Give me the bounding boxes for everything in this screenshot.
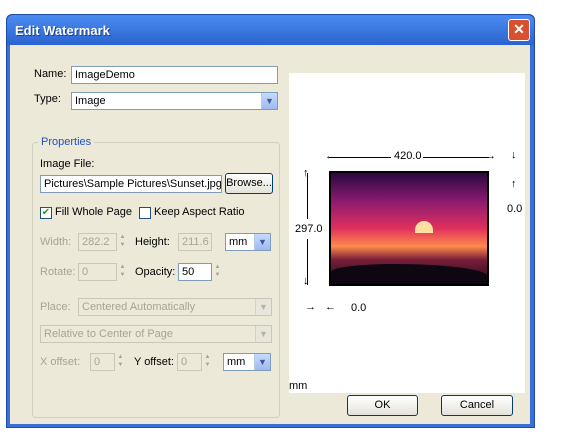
arrow-up-icon: ↑ bbox=[511, 178, 517, 190]
xoffset-stepper[interactable]: ▲ ▼ bbox=[115, 353, 126, 371]
fill-whole-page-checkbox[interactable]: ✔ bbox=[40, 207, 52, 219]
height-label: Height: bbox=[135, 236, 170, 248]
chevron-down-icon[interactable]: ▼ bbox=[261, 93, 277, 109]
relative-select-value: Relative to Center of Page bbox=[44, 328, 174, 340]
name-label: Name: bbox=[34, 68, 67, 80]
xoffset-field[interactable]: 0 bbox=[90, 353, 115, 371]
close-icon[interactable]: ✕ bbox=[508, 19, 530, 41]
fill-whole-page-label: Fill Whole Page bbox=[55, 206, 133, 218]
xoffset-label: X offset: bbox=[40, 356, 81, 368]
title-bar[interactable]: Edit Watermark ✕ bbox=[7, 15, 534, 45]
horizon-shape bbox=[331, 264, 487, 284]
arrow-right-icon: → bbox=[485, 150, 496, 162]
sun-shape bbox=[415, 221, 433, 233]
offset-unit-select[interactable]: mm ▼ bbox=[223, 353, 271, 371]
watermark-image-preview bbox=[329, 171, 489, 286]
properties-title: Properties bbox=[38, 136, 95, 148]
preview-unit-label: mm bbox=[289, 380, 308, 392]
yoffset-stepper[interactable]: ▲ ▼ bbox=[202, 353, 213, 371]
image-file-label: Image File: bbox=[40, 158, 95, 170]
relative-select[interactable]: Relative to Center of Page ▼ bbox=[40, 325, 272, 343]
top-offset-value: 0.0 bbox=[507, 203, 523, 215]
chevron-down-icon[interactable]: ▼ bbox=[255, 299, 271, 315]
dialog-body: Name: ImageDemo Type: Image ▼ Properties… bbox=[10, 45, 530, 424]
image-file-field[interactable]: Pictures\Sample Pictures\Sunset.jpg bbox=[40, 175, 222, 193]
arrow-right-icon: → bbox=[305, 301, 316, 313]
chevron-down-icon[interactable]: ▼ bbox=[255, 326, 271, 342]
size-unit-value: mm bbox=[229, 236, 248, 248]
height-field[interactable]: 211.6 bbox=[178, 233, 212, 251]
yoffset-field[interactable]: 0 bbox=[177, 353, 202, 371]
chevron-down-icon[interactable]: ▼ bbox=[254, 354, 270, 370]
arrow-left-icon: ← bbox=[325, 150, 336, 162]
opacity-stepper[interactable]: ▲ ▼ bbox=[212, 263, 223, 281]
name-field[interactable]: ImageDemo bbox=[71, 66, 278, 84]
type-select-value: Image bbox=[75, 95, 106, 107]
place-select-value: Centered Automatically bbox=[82, 301, 196, 313]
place-select[interactable]: Centered Automatically ▼ bbox=[78, 298, 272, 316]
dialog-title: Edit Watermark bbox=[15, 23, 110, 38]
keep-aspect-label: Keep Aspect Ratio bbox=[154, 206, 245, 218]
preview-panel: ← 420.0 → ↑ 297.0 ↓ ↓ ↑ 0.0 → ← 0.0 bbox=[289, 73, 525, 393]
rotate-field[interactable]: 0 bbox=[78, 263, 117, 281]
width-dimension: 420.0 bbox=[394, 150, 422, 162]
place-label: Place: bbox=[40, 301, 71, 313]
edit-watermark-dialog: Edit Watermark ✕ Name: ImageDemo Type: I… bbox=[6, 14, 535, 428]
width-dim-line-left bbox=[329, 157, 391, 158]
arrow-down-icon: ↓ bbox=[303, 275, 309, 287]
type-label: Type: bbox=[34, 93, 61, 105]
keep-aspect-checkbox[interactable] bbox=[139, 207, 151, 219]
arrow-down-icon: ↓ bbox=[511, 149, 517, 161]
opacity-label: Opacity: bbox=[135, 266, 176, 278]
size-unit-select[interactable]: mm ▼ bbox=[225, 233, 271, 251]
browse-button[interactable]: Browse... bbox=[225, 173, 273, 194]
width-label: Width: bbox=[40, 236, 72, 248]
arrow-up-icon: ↑ bbox=[303, 167, 309, 179]
rotate-stepper[interactable]: ▲ ▼ bbox=[117, 263, 128, 281]
arrow-left-icon: ← bbox=[325, 301, 336, 313]
height-dim-line-top bbox=[307, 173, 308, 219]
chevron-down-icon[interactable]: ▼ bbox=[254, 234, 270, 250]
left-offset-value: 0.0 bbox=[351, 302, 367, 314]
width-dim-line-right bbox=[423, 157, 489, 158]
rotate-label: Rotate: bbox=[40, 266, 76, 278]
width-stepper[interactable]: ▲ ▼ bbox=[117, 233, 128, 251]
width-field[interactable]: 282.2 bbox=[78, 233, 117, 251]
yoffset-label: Y offset: bbox=[134, 356, 174, 368]
opacity-field[interactable]: 50 bbox=[178, 263, 212, 281]
cancel-button[interactable]: Cancel bbox=[441, 395, 513, 416]
type-select[interactable]: Image ▼ bbox=[71, 92, 278, 110]
ok-button[interactable]: OK bbox=[347, 395, 418, 416]
offset-unit-value: mm bbox=[227, 356, 246, 368]
height-dimension: 297.0 bbox=[295, 223, 323, 235]
